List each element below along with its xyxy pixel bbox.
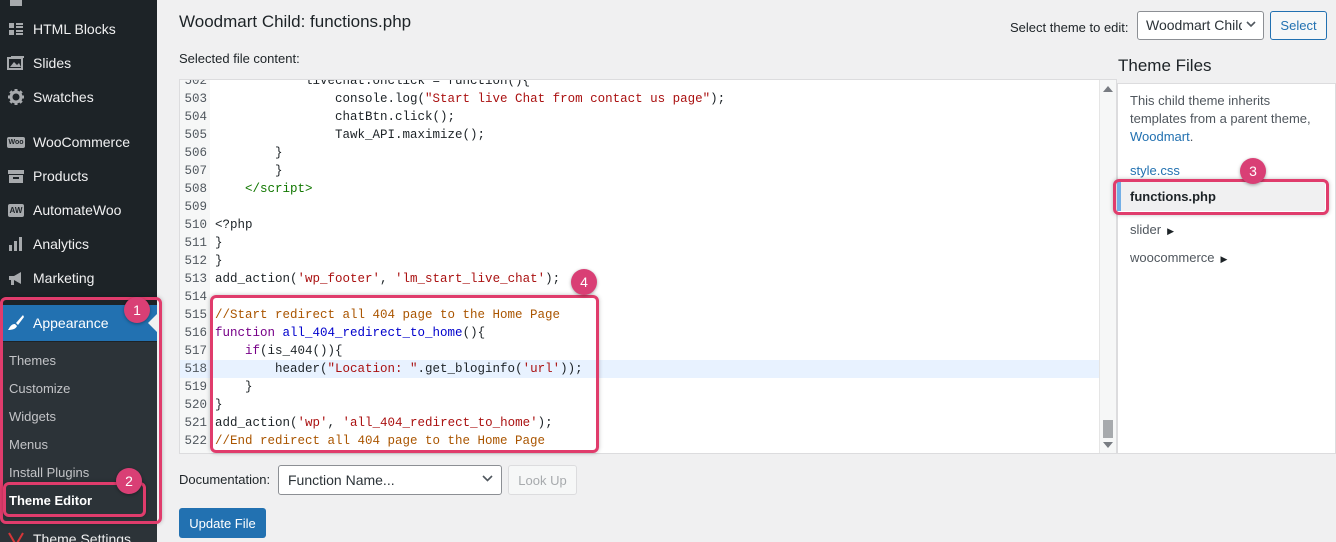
select-theme-label: Select theme to edit: [1010, 20, 1129, 35]
file-link-style-css[interactable]: style.css [1130, 163, 1180, 178]
theme-settings-icon [6, 529, 26, 542]
code-line: 510 <?php [184, 218, 253, 232]
sidebar-item-swatches[interactable]: Swatches [0, 80, 157, 114]
sidebar-item-label: AutomateWoo [33, 202, 122, 218]
code-line: 504 chatBtn.click(); [184, 110, 456, 124]
inherit-note: This child theme inherits templates from… [1130, 93, 1311, 144]
theme-files-title: Theme Files [1118, 56, 1212, 75]
code-line: 511} [184, 236, 223, 250]
sidebar-item-label: Marketing [33, 270, 95, 286]
select-theme-button[interactable]: Select [1270, 11, 1327, 40]
sidebar-item-marketing[interactable]: Marketing [0, 261, 157, 295]
sidebar-item-products[interactable]: Products [0, 159, 157, 193]
step-badge-1: 1 [124, 297, 150, 323]
megaphone-icon [6, 268, 26, 288]
aw-icon: AW [7, 203, 25, 217]
code-line: 507 } [184, 164, 283, 178]
sidebar-item-slides[interactable]: Slides [0, 46, 157, 80]
look-up-button[interactable]: Look Up [508, 465, 577, 495]
sidebar-item-label: Analytics [33, 236, 90, 252]
editor-scrollbar[interactable] [1099, 80, 1116, 453]
archive-icon [6, 166, 26, 186]
slides-icon [6, 53, 26, 73]
theme-select-value: Woodmart Child [1146, 17, 1247, 33]
sidebar-item-label: Swatches [33, 89, 94, 105]
code-line: 508 </script> [184, 182, 313, 196]
code-line: 512} [184, 254, 223, 268]
code-line: 505 Tawk_API.maximize(); [184, 128, 486, 142]
code-line: 503 console.log("Start live Chat from co… [184, 92, 726, 106]
parent-theme-link[interactable]: Woodmart [1130, 129, 1190, 144]
highlight-box-functions-file [1113, 179, 1329, 215]
theme-select[interactable]: Woodmart Child [1137, 11, 1264, 40]
documentation-select-value: Function Name... [288, 472, 395, 488]
update-file-button[interactable]: Update File [179, 508, 266, 538]
selected-file-label: Selected file content: [179, 51, 300, 66]
expand-triangle-icon: ▶ [1167, 226, 1174, 236]
chevron-down-icon [1242, 18, 1257, 33]
step-badge-2: 2 [116, 468, 142, 494]
scrollbar-thumb[interactable] [1103, 420, 1113, 438]
code-line: 509 [184, 200, 207, 214]
folder-slider[interactable]: slider ▶ [1130, 222, 1174, 237]
sidebar-item-theme-settings[interactable]: Theme Settings [0, 522, 157, 542]
scroll-down-arrow-icon[interactable] [1103, 442, 1113, 448]
gear-icon [6, 87, 26, 107]
highlight-box-code [210, 295, 599, 453]
sidebar-item-html-blocks[interactable]: HTML Blocks [0, 12, 157, 46]
expand-triangle-icon: ▶ [1220, 254, 1228, 264]
page-icon [6, 0, 26, 9]
sidebar-item-analytics[interactable]: Analytics [0, 227, 157, 261]
sidebar-item-automatewoo[interactable]: AW AutomateWoo [0, 193, 157, 227]
sidebar-item-label: Theme Settings [33, 531, 132, 542]
documentation-label: Documentation: [179, 472, 271, 487]
code-line: 513 add_action('wp_footer', 'lm_start_liv… [184, 272, 561, 286]
step-badge-4: 4 [571, 269, 597, 295]
page-title: Woodmart Child: functions.php [179, 12, 412, 31]
grid-icon [6, 19, 26, 39]
chevron-down-icon [481, 472, 494, 488]
sidebar-item-woocommerce[interactable]: Woo WooCommerce [0, 125, 157, 159]
folder-woocommerce[interactable]: woocommerce ▶ [1130, 250, 1227, 265]
sidebar-item-label: HTML Blocks [33, 21, 116, 37]
scroll-up-arrow-icon[interactable] [1103, 86, 1113, 92]
sidebar-item-label: Products [33, 168, 89, 184]
sidebar-item-label: WooCommerce [33, 134, 130, 150]
woo-icon: Woo [7, 136, 25, 148]
step-badge-3: 3 [1240, 158, 1266, 184]
bar-chart-icon [6, 234, 26, 254]
code-line: 506 } [184, 146, 283, 160]
code-line: 502 livechat.onclick = function(){ [184, 79, 531, 88]
sidebar-item-label: Slides [33, 55, 72, 71]
documentation-select[interactable]: Function Name... [278, 465, 502, 495]
